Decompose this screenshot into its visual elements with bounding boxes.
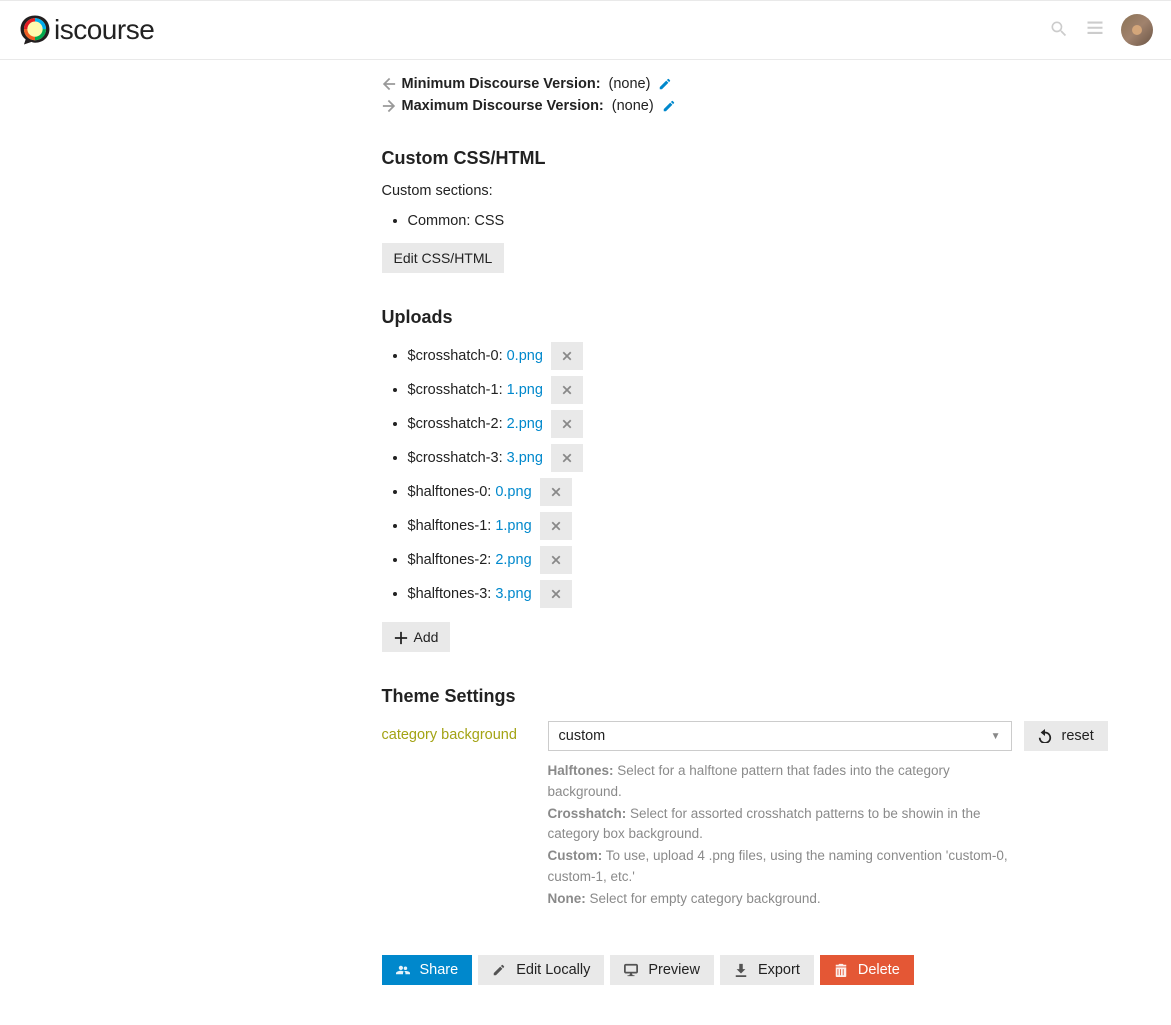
upload-item: $crosshatch-2: 2.png bbox=[408, 410, 1026, 438]
hamburger-icon[interactable] bbox=[1085, 19, 1105, 42]
max-version-value: (none) bbox=[612, 98, 654, 114]
edit-min-version-button[interactable] bbox=[658, 76, 672, 92]
upload-file-link[interactable]: 0.png bbox=[495, 484, 531, 500]
setting-description: Halftones: Select for a halftone pattern… bbox=[548, 761, 1012, 909]
description-line: Custom: To use, upload 4 .png files, usi… bbox=[548, 846, 1012, 887]
main-content: Minimum Discourse Version: (none) Maximu… bbox=[126, 60, 1046, 1025]
category-background-select[interactable]: custom ▼ bbox=[548, 721, 1012, 751]
upload-item: $halftones-1: 1.png bbox=[408, 512, 1026, 540]
arrow-left-icon bbox=[382, 76, 396, 92]
upload-name: $crosshatch-0: bbox=[408, 348, 503, 364]
upload-name: $crosshatch-2: bbox=[408, 416, 503, 432]
upload-file-link[interactable]: 0.png bbox=[507, 348, 543, 364]
remove-upload-button[interactable] bbox=[540, 478, 572, 506]
remove-upload-button[interactable] bbox=[551, 410, 583, 438]
pencil-icon bbox=[492, 962, 506, 978]
upload-item: $halftones-2: 2.png bbox=[408, 546, 1026, 574]
upload-item: $crosshatch-1: 1.png bbox=[408, 376, 1026, 404]
custom-css-heading: Custom CSS/HTML bbox=[382, 148, 1026, 169]
remove-upload-button[interactable] bbox=[551, 342, 583, 370]
plus-icon bbox=[394, 629, 408, 645]
upload-file-link[interactable]: 2.png bbox=[495, 552, 531, 568]
edit-max-version-button[interactable] bbox=[662, 98, 676, 114]
remove-upload-button[interactable] bbox=[540, 546, 572, 574]
arrow-right-icon bbox=[382, 98, 396, 114]
max-version-label: Maximum Discourse Version: bbox=[402, 98, 604, 114]
undo-icon bbox=[1038, 728, 1052, 744]
upload-file-link[interactable]: 3.png bbox=[495, 586, 531, 602]
action-bar: Share Edit Locally Preview Export Delete bbox=[382, 955, 1026, 985]
upload-file-link[interactable]: 2.png bbox=[507, 416, 543, 432]
desktop-icon bbox=[624, 962, 638, 978]
custom-sections-list: Common: CSS bbox=[382, 213, 1026, 229]
min-version-label: Minimum Discourse Version: bbox=[402, 76, 601, 92]
min-version-value: (none) bbox=[609, 76, 651, 92]
upload-item: $halftones-0: 0.png bbox=[408, 478, 1026, 506]
description-line: Halftones: Select for a halftone pattern… bbox=[548, 761, 1012, 802]
theme-settings-heading: Theme Settings bbox=[382, 686, 1026, 707]
remove-upload-button[interactable] bbox=[540, 580, 572, 608]
app-header: iscourse bbox=[0, 0, 1171, 60]
upload-name: $halftones-1: bbox=[408, 518, 492, 534]
upload-file-link[interactable]: 1.png bbox=[507, 382, 543, 398]
avatar[interactable] bbox=[1121, 14, 1153, 46]
min-version-row: Minimum Discourse Version: (none) bbox=[382, 76, 1026, 92]
upload-item: $crosshatch-0: 0.png bbox=[408, 342, 1026, 370]
remove-upload-button[interactable] bbox=[551, 376, 583, 404]
edit-css-button[interactable]: Edit CSS/HTML bbox=[382, 243, 505, 273]
description-line: None: Select for empty category backgrou… bbox=[548, 889, 1012, 909]
trash-icon bbox=[834, 962, 848, 978]
remove-upload-button[interactable] bbox=[540, 512, 572, 540]
download-icon bbox=[734, 962, 748, 978]
remove-upload-button[interactable] bbox=[551, 444, 583, 472]
upload-name: $halftones-2: bbox=[408, 552, 492, 568]
edit-locally-button[interactable]: Edit Locally bbox=[478, 955, 604, 985]
max-version-row: Maximum Discourse Version: (none) bbox=[382, 98, 1026, 114]
uploads-heading: Uploads bbox=[382, 307, 1026, 328]
upload-name: $halftones-0: bbox=[408, 484, 492, 500]
upload-name: $crosshatch-3: bbox=[408, 450, 503, 466]
uploads-list: $crosshatch-0: 0.png $crosshatch-1: 1.png… bbox=[382, 342, 1026, 608]
export-button[interactable]: Export bbox=[720, 955, 814, 985]
reset-label: reset bbox=[1062, 728, 1094, 744]
upload-name: $crosshatch-1: bbox=[408, 382, 503, 398]
upload-file-link[interactable]: 3.png bbox=[507, 450, 543, 466]
delete-label: Delete bbox=[858, 962, 900, 978]
upload-name: $halftones-3: bbox=[408, 586, 492, 602]
reset-button[interactable]: reset bbox=[1024, 721, 1108, 751]
custom-sections-label: Custom sections: bbox=[382, 183, 1026, 199]
edit-locally-label: Edit Locally bbox=[516, 962, 590, 978]
header-right bbox=[1049, 14, 1153, 46]
search-icon[interactable] bbox=[1049, 19, 1069, 42]
description-line: Crosshatch: Select for assorted crosshat… bbox=[548, 804, 1012, 845]
share-button[interactable]: Share bbox=[382, 955, 473, 985]
preview-label: Preview bbox=[648, 962, 700, 978]
export-label: Export bbox=[758, 962, 800, 978]
select-value: custom bbox=[559, 728, 606, 744]
upload-item: $halftones-3: 3.png bbox=[408, 580, 1026, 608]
logo[interactable]: iscourse bbox=[18, 13, 154, 47]
delete-button[interactable]: Delete bbox=[820, 955, 914, 985]
setting-label: category background bbox=[382, 721, 536, 743]
add-upload-button[interactable]: Add bbox=[382, 622, 451, 652]
users-icon bbox=[396, 962, 410, 978]
chevron-down-icon: ▼ bbox=[991, 731, 1001, 742]
logo-text: iscourse bbox=[54, 14, 154, 46]
upload-item: $crosshatch-3: 3.png bbox=[408, 444, 1026, 472]
list-item: Common: CSS bbox=[408, 213, 1026, 229]
preview-button[interactable]: Preview bbox=[610, 955, 714, 985]
setting-row: category background custom ▼ Halftones: … bbox=[382, 721, 1026, 911]
upload-file-link[interactable]: 1.png bbox=[495, 518, 531, 534]
logo-icon bbox=[18, 13, 52, 47]
add-button-label: Add bbox=[414, 629, 439, 645]
share-label: Share bbox=[420, 962, 459, 978]
